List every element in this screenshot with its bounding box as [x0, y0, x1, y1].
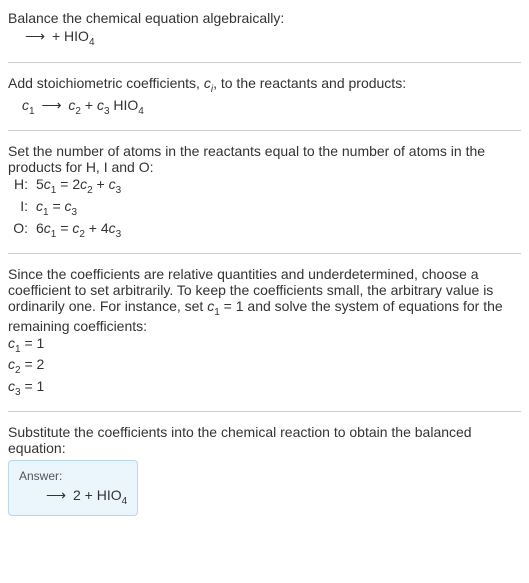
unbalanced-equation: ⟶ + HIO4 [8, 26, 521, 50]
c-var: c [8, 335, 15, 351]
coeff-solution-line: c3 = 1 [8, 377, 521, 399]
section-intro: Balance the chemical equation algebraica… [8, 6, 521, 54]
product-text: + HIO [48, 28, 89, 44]
sub4: 4 [138, 105, 144, 116]
c-var: c [65, 198, 72, 214]
c-var: c [109, 220, 116, 236]
divider [8, 253, 521, 254]
coeff-solution-line: c1 = 1 [8, 334, 521, 356]
divider [8, 130, 521, 131]
answer-label: Answer: [19, 469, 127, 483]
coeff-solutions: c1 = 1c2 = 2c3 = 1 [8, 334, 521, 399]
plus-hio: + HIO [85, 487, 122, 503]
text-part-b: , to the reactants and products: [213, 75, 406, 91]
coeff-solution-line: c2 = 2 [8, 355, 521, 377]
atom-equation: c1 = c3 [36, 198, 77, 218]
plus-text: + [81, 97, 97, 113]
coef: 5 [36, 176, 44, 192]
c-var: c [44, 176, 51, 192]
sub4: 4 [122, 496, 128, 507]
var-c: c [204, 75, 211, 91]
c1-sub: 1 [29, 105, 35, 116]
hio-text: HIO [110, 97, 139, 113]
atom-equation: 6c1 = c2 + 4c3 [36, 220, 121, 240]
val-text: = 1 [21, 378, 45, 394]
eq-text: = [56, 220, 72, 236]
val-text: = 1 [21, 335, 45, 351]
atom-equation-row: I:c1 = c3 [8, 197, 521, 219]
answer-intro: Substitute the coefficients into the che… [8, 424, 521, 456]
plus-text: + 4 [85, 220, 109, 236]
c-var: c [8, 356, 15, 372]
c-var: c [109, 176, 116, 192]
atom-equation-row: H:5c1 = 2c2 + c3 [8, 175, 521, 197]
c-sub: 3 [116, 229, 122, 240]
plus-text: + [93, 176, 109, 192]
divider [8, 411, 521, 412]
c-sub: 3 [72, 207, 78, 218]
c1-c: c [22, 97, 29, 113]
answer-box: Answer: ⟶ 2 + HIO4 [8, 460, 138, 516]
eq-text: = [49, 198, 65, 214]
section-solve: Since the coefficients are relative quan… [8, 262, 521, 403]
arrow-icon: ⟶ [22, 28, 48, 45]
text-part-a: Add stoichiometric coefficients, [8, 75, 204, 91]
atom-equations: H:5c1 = 2c2 + c3I:c1 = c3O:6c1 = c2 + 4c… [8, 175, 521, 240]
intro-text: Balance the chemical equation algebraica… [8, 10, 521, 26]
atom-equation-row: O:6c1 = c2 + 4c3 [8, 219, 521, 241]
arrow-icon: ⟶ [43, 487, 69, 504]
val-text: = 2 [21, 356, 45, 372]
atom-label: O: [8, 220, 36, 240]
solve-para: Since the coefficients are relative quan… [8, 266, 521, 334]
atom-label: I: [8, 198, 36, 218]
atoms-intro: Set the number of atoms in the reactants… [8, 143, 521, 175]
c3-c: c [97, 97, 104, 113]
c-sub: 3 [116, 185, 122, 196]
coeff-equation: c1 ⟶ c2 + c3 HIO4 [8, 95, 521, 119]
two-text: 2 [69, 487, 85, 503]
atom-label: H: [8, 176, 36, 196]
balanced-equation: ⟶ 2 + HIO4 [19, 487, 127, 507]
section-answer: Substitute the coefficients into the che… [8, 420, 521, 520]
arrow-icon: ⟶ [38, 97, 64, 114]
c-var: c [44, 220, 51, 236]
subscript-4: 4 [89, 37, 95, 48]
eq-text: = 2 [56, 176, 80, 192]
atom-equation: 5c1 = 2c2 + c3 [36, 176, 121, 196]
stoich-text: Add stoichiometric coefficients, ci, to … [8, 75, 521, 95]
c-var: c [36, 198, 43, 214]
coef: 6 [36, 220, 44, 236]
section-atoms: Set the number of atoms in the reactants… [8, 139, 521, 244]
divider [8, 62, 521, 63]
c-var: c [8, 378, 15, 394]
section-stoich: Add stoichiometric coefficients, ci, to … [8, 71, 521, 123]
